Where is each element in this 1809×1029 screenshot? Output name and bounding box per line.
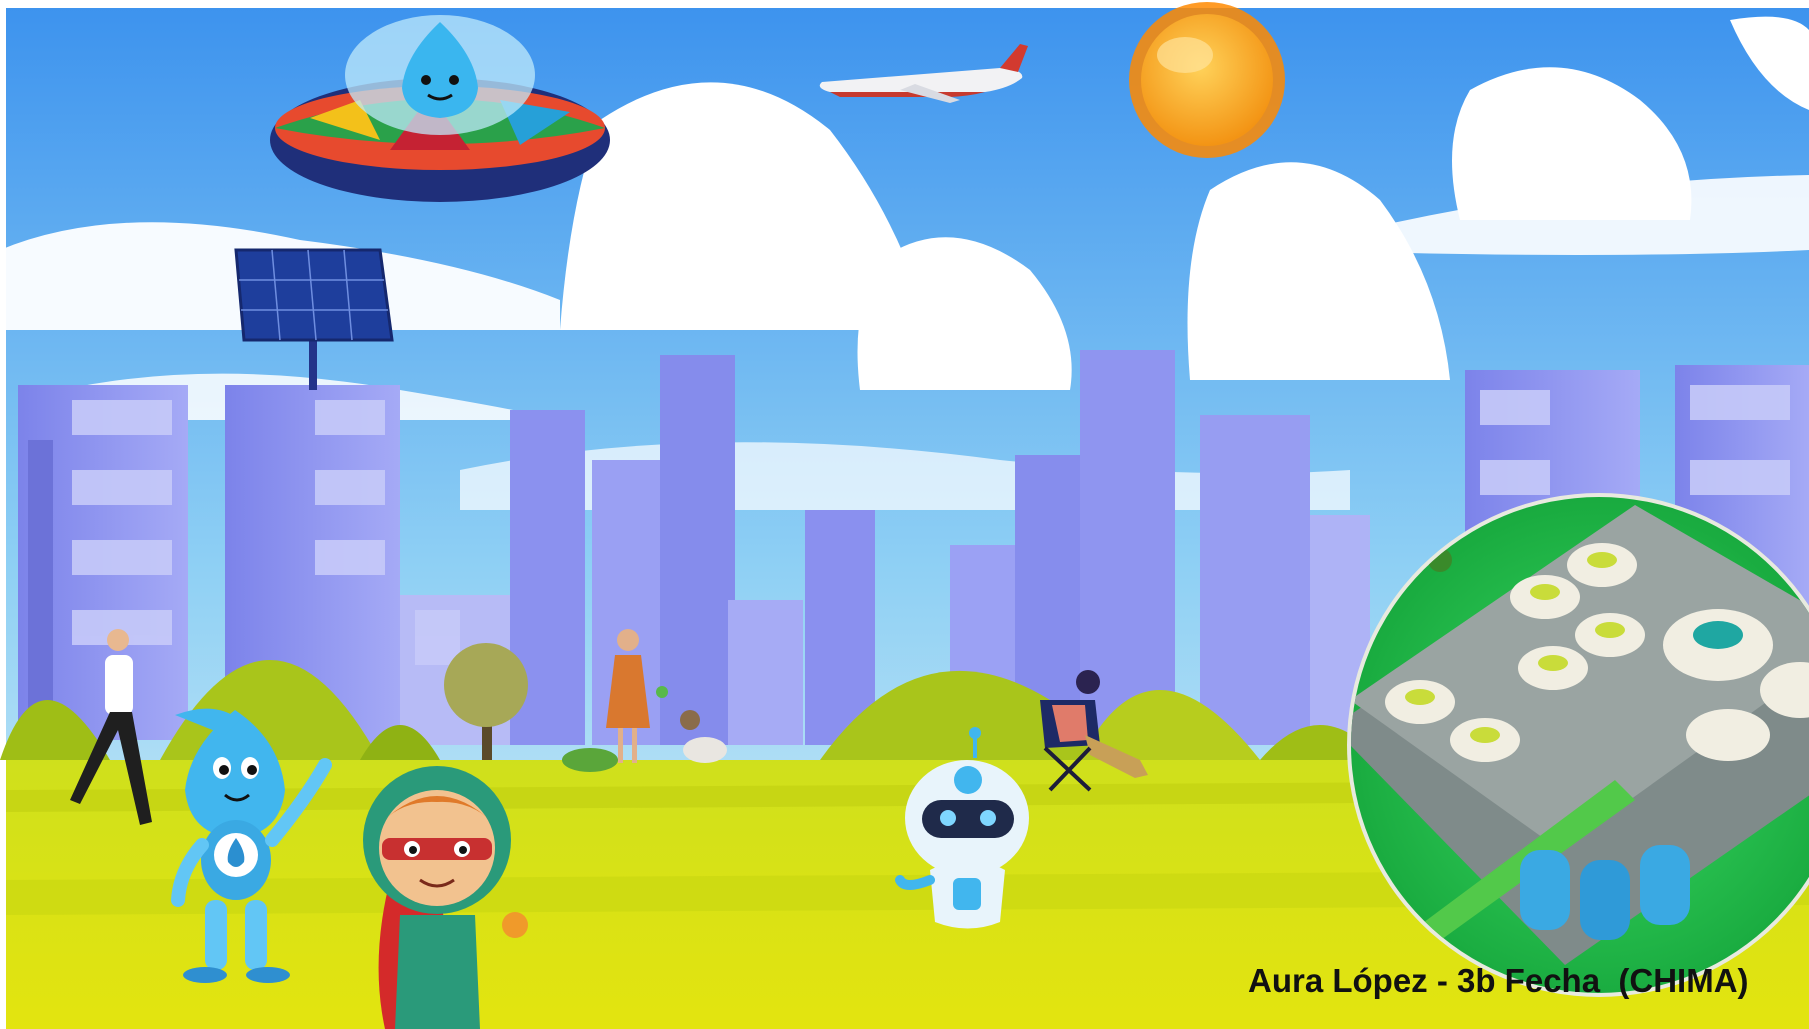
illustration-page: Aura López - 3b Fecha (CHIMA) (0, 0, 1809, 1029)
city-park-illustration (0, 2, 1809, 1029)
sun-icon (1129, 2, 1285, 158)
author-caption: Aura López - 3b Fecha (CHIMA) (1248, 962, 1749, 999)
